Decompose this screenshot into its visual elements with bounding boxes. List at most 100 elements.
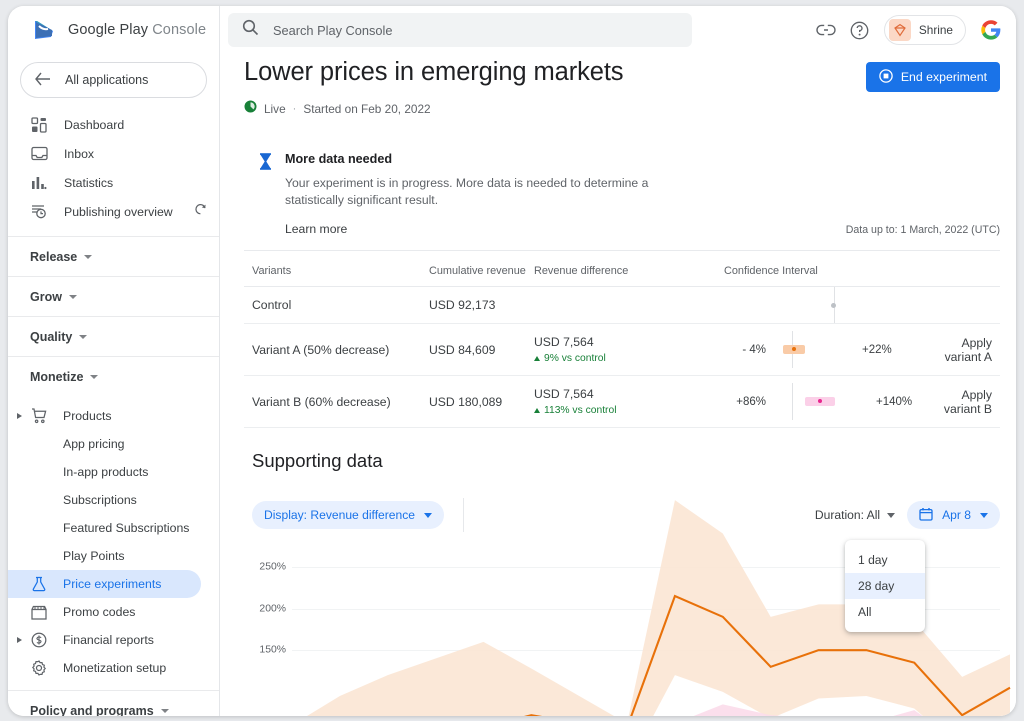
column-header-confidence-interval: Confidence Interval	[724, 253, 939, 287]
sidebar-section-monetize[interactable]: Monetize	[8, 356, 219, 396]
menu-item-28-day[interactable]: 28 day	[845, 573, 925, 599]
brand-label: Google Play Console	[68, 22, 206, 38]
table-row[interactable]: Variant A (50% decrease) USD 84,609 USD …	[244, 323, 1000, 376]
sidebar-item-app-pricing[interactable]: App pricing	[8, 430, 219, 458]
y-axis-tick-label: 150%	[259, 644, 286, 656]
duration-dropdown[interactable]: Duration: All	[809, 508, 901, 522]
cumulative-revenue: USD 84,609	[429, 323, 534, 376]
table-row[interactable]: Variant B (60% decrease) USD 180,089 USD…	[244, 375, 1000, 428]
cart-icon	[30, 408, 48, 424]
sidebar-section-grow[interactable]: Grow	[8, 276, 219, 316]
apply-cell: Apply variant A	[939, 323, 1000, 376]
search-input[interactable]	[273, 22, 678, 38]
app-selector-chip[interactable]: Shrine	[883, 15, 966, 45]
all-applications-button[interactable]: All applications	[20, 62, 207, 98]
sidebar-item-monetization-setup[interactable]: Monetization setup	[8, 654, 219, 682]
search-icon	[242, 19, 259, 41]
ci-track	[775, 287, 893, 323]
menu-item-1-day[interactable]: 1 day	[845, 547, 925, 573]
stop-circle-icon	[879, 68, 893, 86]
duration-dropdown-menu: 1 day 28 day All	[845, 540, 925, 632]
confidence-interval	[724, 286, 939, 324]
end-experiment-button[interactable]: End experiment	[865, 62, 1000, 92]
supporting-data-title: Supporting data	[252, 450, 383, 471]
section-label: Policy and programs	[30, 703, 154, 717]
expand-arrow-icon[interactable]	[17, 413, 22, 419]
variants-table: Variants Cumulative revenue Revenue diff…	[244, 253, 1000, 428]
apply-variant-a-link[interactable]: Apply variant A	[945, 336, 992, 364]
column-header-actions	[939, 253, 1000, 287]
table-row[interactable]: Control USD 92,173	[244, 286, 1000, 324]
control-divider	[463, 498, 465, 532]
sidebar-section-release[interactable]: Release	[8, 236, 219, 276]
sidebar-item-label: Price experiments	[63, 577, 162, 591]
table-head: Variants Cumulative revenue Revenue diff…	[244, 253, 1000, 287]
publishing-icon	[30, 203, 48, 221]
gear-icon	[30, 660, 48, 676]
chart-right-controls: Duration: All Apr 8	[809, 501, 1000, 529]
sidebar-item-dashboard[interactable]: Dashboard	[8, 110, 219, 139]
google-play-logo-icon	[34, 20, 56, 40]
primary-nav: Dashboard Inbox Statistics Publishing ov…	[8, 110, 219, 226]
sidebar-section-policy-and-programs[interactable]: Policy and programs	[8, 690, 219, 716]
sidebar-item-inbox[interactable]: Inbox	[8, 139, 219, 168]
google-g-icon[interactable]	[980, 19, 1002, 41]
sidebar-item-play-points[interactable]: Play Points	[8, 542, 219, 570]
confidence-interval: +86% +140%	[724, 375, 939, 428]
sidebar-item-price-experiments[interactable]: Price experiments	[8, 570, 201, 598]
help-icon[interactable]	[850, 20, 870, 40]
sidebar-item-label: Monetization setup	[63, 661, 167, 675]
sidebar-item-label: In-app products	[63, 465, 149, 479]
display-metric-dropdown[interactable]: Display: Revenue difference	[252, 501, 445, 529]
sidebar-item-featured-subscriptions[interactable]: Featured Subscriptions	[8, 514, 219, 542]
sidebar-item-in-app-products[interactable]: In-app products	[8, 458, 219, 486]
column-header-variants: Variants	[244, 253, 429, 287]
sidebar-section-quality[interactable]: Quality	[8, 316, 219, 356]
end-experiment-label: End experiment	[900, 70, 987, 84]
section-label: Grow	[30, 289, 62, 304]
revenue-difference	[534, 286, 724, 324]
duration-label: Duration: All	[814, 508, 881, 522]
status-badge: Live	[264, 102, 286, 116]
revenue-difference-subnote: 9% vs control	[534, 353, 724, 364]
sidebar-item-publishing-overview[interactable]: Publishing overview	[8, 197, 219, 226]
sidebar-item-label: Products	[63, 409, 112, 423]
notice-box: More data needed Your experiment is in p…	[244, 136, 1000, 236]
sidebar-item-label: Promo codes	[63, 605, 136, 619]
monetize-submenu: Products App pricing In-app products Sub…	[8, 402, 219, 682]
top-bar: Shrine	[220, 6, 1016, 54]
app-name-label: Shrine	[918, 23, 953, 37]
table-body: Control USD 92,173 Variant A (50% decrea…	[244, 286, 1000, 428]
link-icon[interactable]	[816, 20, 836, 40]
sidebar-item-subscriptions[interactable]: Subscriptions	[8, 486, 219, 514]
sidebar-item-products[interactable]: Products	[8, 402, 219, 430]
sidebar-item-financial-reports[interactable]: Financial reports	[8, 626, 219, 654]
revenue-difference-value: USD 7,564	[534, 335, 594, 349]
brand-row: Google Play Console	[8, 6, 219, 54]
date-picker-chip[interactable]: Apr 8	[907, 501, 1000, 529]
y-axis-tick-label: 200%	[259, 603, 286, 614]
expand-arrow-icon[interactable]	[17, 637, 22, 643]
refresh-icon[interactable]	[194, 203, 207, 221]
sidebar-item-promo-codes[interactable]: Promo codes	[8, 598, 219, 626]
cumulative-revenue: USD 92,173	[429, 286, 534, 324]
notice-description: Your experiment is in progress. More dat…	[285, 176, 649, 207]
search-bar[interactable]	[228, 13, 692, 47]
menu-item-all[interactable]: All	[845, 599, 925, 625]
inbox-icon	[30, 145, 48, 163]
data-up-to-label: Data up to: 1 March, 2022 (UTC)	[845, 224, 1000, 236]
apply-variant-b-link[interactable]: Apply variant B	[944, 388, 992, 416]
chevron-down-icon	[887, 512, 896, 518]
trend-up-icon	[534, 408, 540, 413]
ci-visual	[724, 287, 939, 323]
learn-more-link[interactable]: Learn more	[285, 222, 347, 236]
date-label: Apr 8	[942, 508, 971, 522]
browser-window: Google Play Console All applications Das…	[8, 6, 1016, 716]
cumulative-revenue: USD 180,089	[429, 375, 534, 428]
chevron-down-icon	[980, 512, 988, 518]
store-icon	[30, 605, 48, 620]
section-label: Monetize	[30, 369, 84, 384]
sidebar-item-statistics[interactable]: Statistics	[8, 168, 219, 197]
ci-point	[792, 347, 796, 351]
sidebar-item-label: Financial reports	[63, 633, 154, 647]
